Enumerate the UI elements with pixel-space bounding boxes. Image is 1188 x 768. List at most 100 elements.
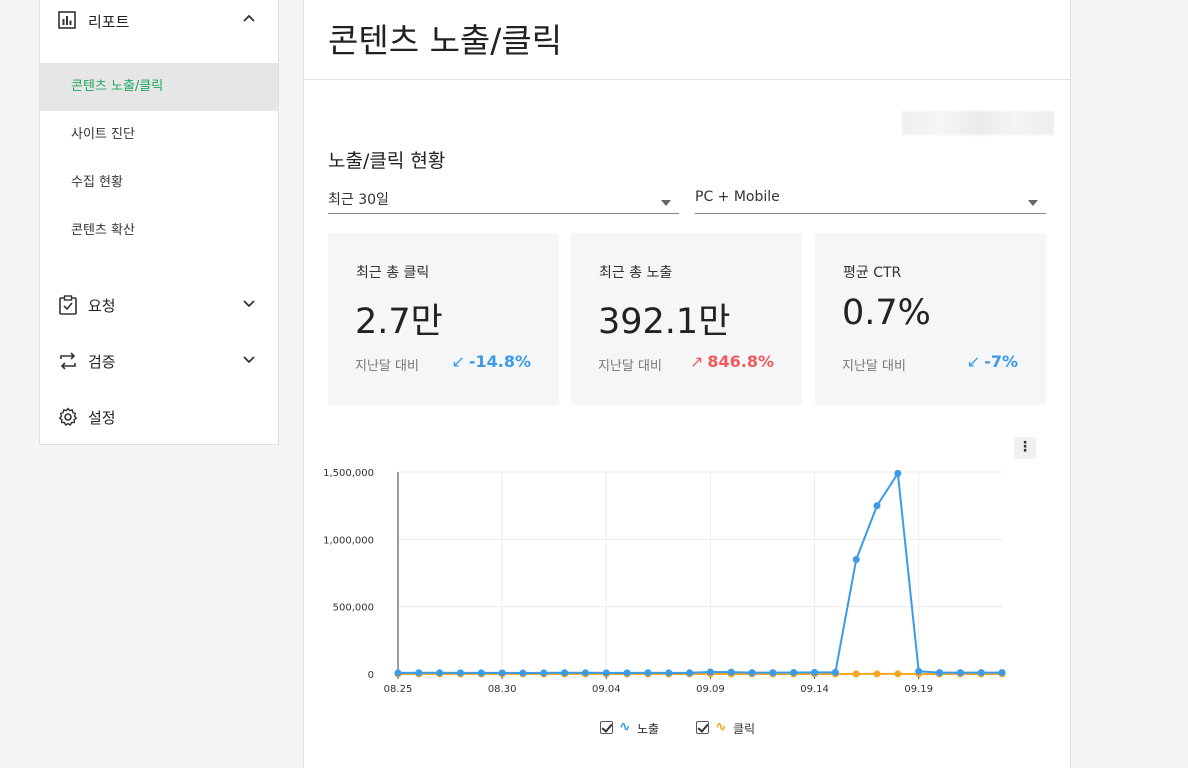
data-point [894, 670, 902, 678]
data-point [811, 668, 819, 676]
data-point [769, 669, 777, 677]
stat-delta-value: -7% [984, 352, 1018, 371]
stat-label: 평균 CTR [843, 265, 902, 281]
line-chart: 0 500,000 1,000,000 1,500,000 08.25 08.30 09.0… [304, 455, 1070, 695]
sidebar-group-verify[interactable]: 검증 [40, 340, 278, 380]
period-select-value: 최근 30일 [328, 192, 389, 208]
legend-label: 노출 [637, 722, 660, 736]
arrow-up-right-icon: ↗ [689, 352, 704, 371]
legend-label: 클릭 [733, 722, 756, 736]
sidebar-group-request[interactable]: 요청 [40, 284, 278, 324]
data-point [956, 669, 964, 677]
data-point [498, 669, 506, 677]
bar-chart-icon [58, 11, 76, 29]
sidebar-group-report[interactable]: 리포트 [40, 0, 278, 47]
sidebar-group-settings-label: 설정 [88, 409, 116, 427]
stat-compare-label: 지난달 대비 [598, 359, 662, 374]
device-select-value: PC + Mobile [695, 189, 780, 205]
sidebar-group-report-label: 리포트 [88, 13, 130, 31]
data-point [873, 502, 881, 510]
data-point [477, 669, 485, 677]
period-select[interactable]: 최근 30일 [328, 186, 679, 214]
data-point [561, 669, 569, 677]
data-point [623, 669, 631, 677]
data-point [852, 556, 860, 564]
stat-label: 최근 총 노출 [599, 265, 673, 281]
data-point [456, 669, 464, 677]
stat-compare-label: 지난달 대비 [842, 359, 906, 374]
stat-delta-value: 846.8% [707, 352, 774, 371]
data-point [894, 469, 902, 477]
data-point [540, 669, 548, 677]
chevron-down-icon[interactable] [242, 297, 256, 311]
y-tick-label: 500,000 [333, 603, 374, 614]
sidebar-item-content-impressions[interactable]: 콘텐츠 노출/클릭 [40, 63, 278, 111]
data-point [727, 668, 735, 676]
data-point [665, 669, 673, 677]
series-line [397, 470, 1002, 675]
stat-value: 2.7만 [355, 302, 443, 342]
page-title: 콘텐츠 노출/클릭 [328, 21, 563, 60]
data-point [936, 669, 944, 677]
device-select[interactable]: PC + Mobile [695, 186, 1046, 214]
sidebar-item-site-diagnosis[interactable]: 사이트 진단 [40, 111, 278, 159]
stat-compare-label: 지난달 대비 [355, 359, 419, 374]
checkbox-checked-icon[interactable] [696, 721, 709, 734]
x-tick-label: 09.09 [696, 684, 725, 695]
x-tick-label: 09.04 [592, 684, 621, 695]
chevron-up-icon[interactable] [242, 11, 256, 25]
stat-card-ctr: 평균 CTR 0.7% 지난달 대비 ↙ -7% [815, 233, 1046, 405]
stat-card-clicks: 최근 총 클릭 2.7만 지난달 대비 ↙ -14.8% [328, 233, 559, 405]
x-tick-label: 08.30 [488, 684, 517, 695]
data-point [915, 667, 923, 675]
stat-value: 392.1만 [598, 302, 731, 342]
gear-icon [58, 407, 78, 426]
stat-delta: ↙ -14.8% [451, 352, 531, 371]
data-point [706, 668, 714, 676]
data-point [998, 669, 1006, 677]
blurred-info [902, 111, 1054, 135]
stat-label: 최근 총 클릭 [356, 265, 430, 281]
legend-clicks[interactable]: ∿ 클릭 [696, 719, 766, 737]
chevron-down-icon[interactable] [242, 353, 256, 367]
data-point [436, 669, 444, 677]
y-tick-label: 1,000,000 [323, 535, 374, 546]
stat-delta: ↗ 846.8% [690, 352, 774, 371]
caret-down-icon [1028, 200, 1038, 206]
data-point [977, 669, 985, 677]
sidebar-group-request-label: 요청 [88, 297, 116, 315]
data-point [748, 669, 756, 677]
data-point [415, 669, 423, 677]
stat-delta-value: -14.8% [468, 352, 531, 371]
data-point [581, 669, 589, 677]
divider [304, 79, 1070, 80]
y-tick-label: 0 [368, 670, 374, 681]
data-point [831, 668, 839, 676]
checkbox-checked-icon[interactable] [600, 721, 613, 734]
x-tick-label: 09.19 [904, 684, 933, 695]
data-point [686, 669, 694, 677]
arrow-down-left-icon: ↙ [966, 352, 981, 371]
stat-value: 0.7% [842, 293, 931, 333]
data-point [873, 670, 881, 678]
sidebar-group-verify-label: 검증 [88, 353, 116, 371]
legend-impressions[interactable]: ∿ 노출 [600, 719, 670, 737]
data-point [519, 669, 527, 677]
sidebar: 리포트 콘텐츠 노출/클릭 사이트 진단 수집 현황 콘텐츠 확산 요청 검증 [39, 0, 279, 445]
sidebar-item-crawl-status[interactable]: 수집 현황 [40, 159, 278, 207]
y-tick-label: 1,500,000 [323, 468, 374, 479]
main-panel: 콘텐츠 노출/클릭 노출/클릭 현황 최근 30일 PC + Mobile 최근… [303, 0, 1071, 768]
chart-svg: 0 500,000 1,000,000 1,500,000 08.25 08.30 09.0… [323, 468, 1006, 695]
x-tick-label: 09.14 [800, 684, 829, 695]
repeat-arrows-icon [60, 352, 76, 370]
data-point [394, 669, 402, 677]
sidebar-group-settings[interactable]: 설정 [40, 396, 278, 436]
clipboard-check-icon [59, 295, 77, 315]
data-point [852, 670, 860, 678]
stat-delta: ↙ -7% [967, 352, 1018, 371]
section-title: 노출/클릭 현황 [328, 150, 446, 172]
caret-down-icon [661, 200, 671, 206]
sidebar-item-content-spread[interactable]: 콘텐츠 확산 [40, 207, 278, 255]
data-point [644, 669, 652, 677]
data-point [602, 669, 610, 677]
